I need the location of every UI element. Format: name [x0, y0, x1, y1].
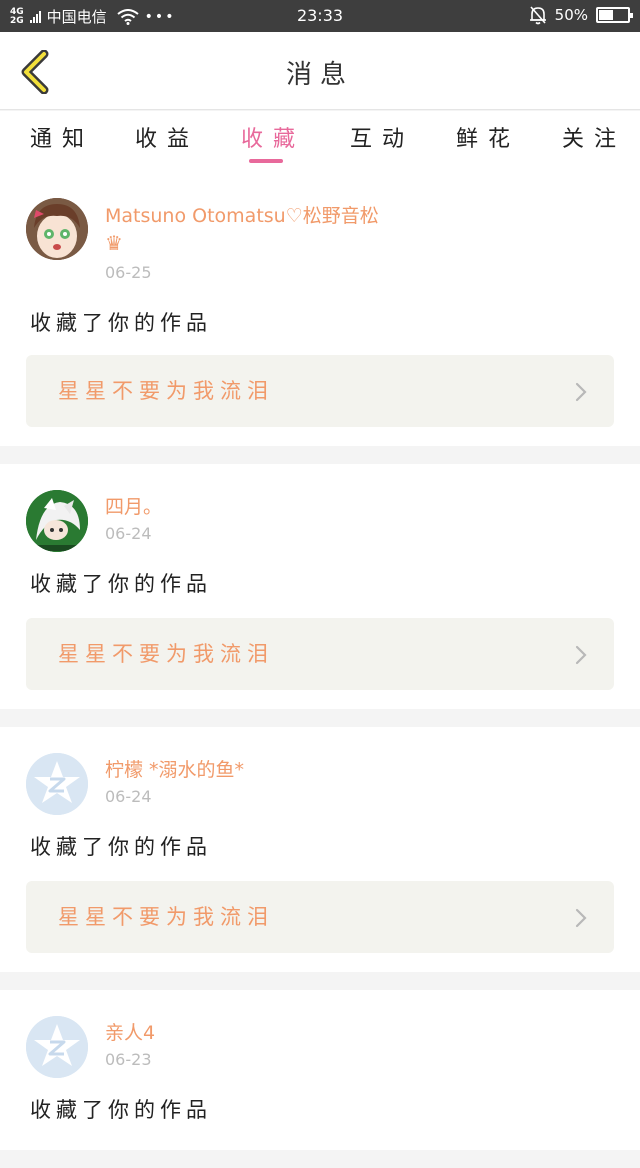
avatar[interactable] [26, 490, 88, 552]
default-qq-avatar-icon [26, 1016, 88, 1078]
username[interactable]: 亲人4 [105, 1018, 155, 1045]
message-action: 收藏了你的作品 [30, 311, 212, 335]
tab-favorites[interactable]: 收藏 [241, 121, 305, 153]
message-action: 收藏了你的作品 [30, 1098, 212, 1122]
message-card: 亲人4 06-23 收藏了你的作品 [0, 990, 640, 1150]
message-date: 06-24 [105, 787, 152, 806]
message-feed: Matsuno Otomatsu♡松野音松 ♛ 06-25 收藏了你的作品 星星… [0, 171, 640, 1168]
crown-badge-icon: ♛ [105, 231, 123, 255]
username[interactable]: 四月。 [105, 492, 162, 519]
message-date: 06-25 [105, 263, 152, 282]
message-card: 四月。 06-24 收藏了你的作品 星星不要为我流泪 [0, 464, 640, 709]
tab-follow[interactable]: 关注 [562, 121, 626, 153]
tab-notice[interactable]: 通知 [30, 121, 94, 153]
mute-bell-icon [529, 6, 546, 25]
work-title: 星星不要为我流泪 [58, 379, 274, 403]
work-title: 星星不要为我流泪 [58, 642, 274, 666]
avatar[interactable] [26, 753, 88, 815]
page-title: 消息 [285, 60, 354, 90]
message-date: 06-23 [105, 1050, 152, 1069]
username[interactable]: Matsuno Otomatsu♡松野音松 [105, 201, 379, 228]
message-action: 收藏了你的作品 [30, 835, 212, 859]
message-action: 收藏了你的作品 [30, 572, 212, 596]
nav-bar: 消息 [0, 32, 640, 110]
anime-girl-avatar-icon [26, 198, 88, 260]
message-card: Matsuno Otomatsu♡松野音松 ♛ 06-25 收藏了你的作品 星星… [0, 171, 640, 446]
tab-earnings[interactable]: 收益 [135, 121, 199, 153]
tab-bar: 通知 收益 收藏 互动 鲜花 关注 [0, 111, 640, 171]
status-right: 50% [529, 5, 633, 25]
work-title: 星星不要为我流泪 [58, 905, 274, 929]
message-date: 06-24 [105, 524, 152, 543]
avatar[interactable] [26, 1016, 88, 1078]
status-bar: 4G 2G 中国电信 ••• 23:33 50% [0, 0, 640, 32]
avatar[interactable] [26, 198, 88, 260]
chevron-right-icon [575, 645, 587, 665]
battery-percent: 50% [554, 6, 588, 24]
chevron-right-icon [575, 382, 587, 402]
active-tab-indicator [249, 159, 283, 163]
battery-fill [599, 10, 613, 20]
default-qq-avatar-icon [26, 753, 88, 815]
work-link[interactable]: 星星不要为我流泪 [26, 618, 614, 690]
tab-interaction[interactable]: 互动 [350, 121, 414, 153]
work-link[interactable]: 星星不要为我流泪 [26, 881, 614, 953]
work-link[interactable]: 星星不要为我流泪 [26, 355, 614, 427]
username[interactable]: 柠檬 *溺水的鱼* [105, 755, 244, 782]
message-card: 柠檬 *溺水的鱼* 06-24 收藏了你的作品 星星不要为我流泪 [0, 727, 640, 972]
chevron-right-icon [575, 908, 587, 928]
anime-boy-avatar-icon [26, 490, 88, 552]
battery-icon [596, 7, 633, 23]
tab-flowers[interactable]: 鲜花 [456, 121, 520, 153]
